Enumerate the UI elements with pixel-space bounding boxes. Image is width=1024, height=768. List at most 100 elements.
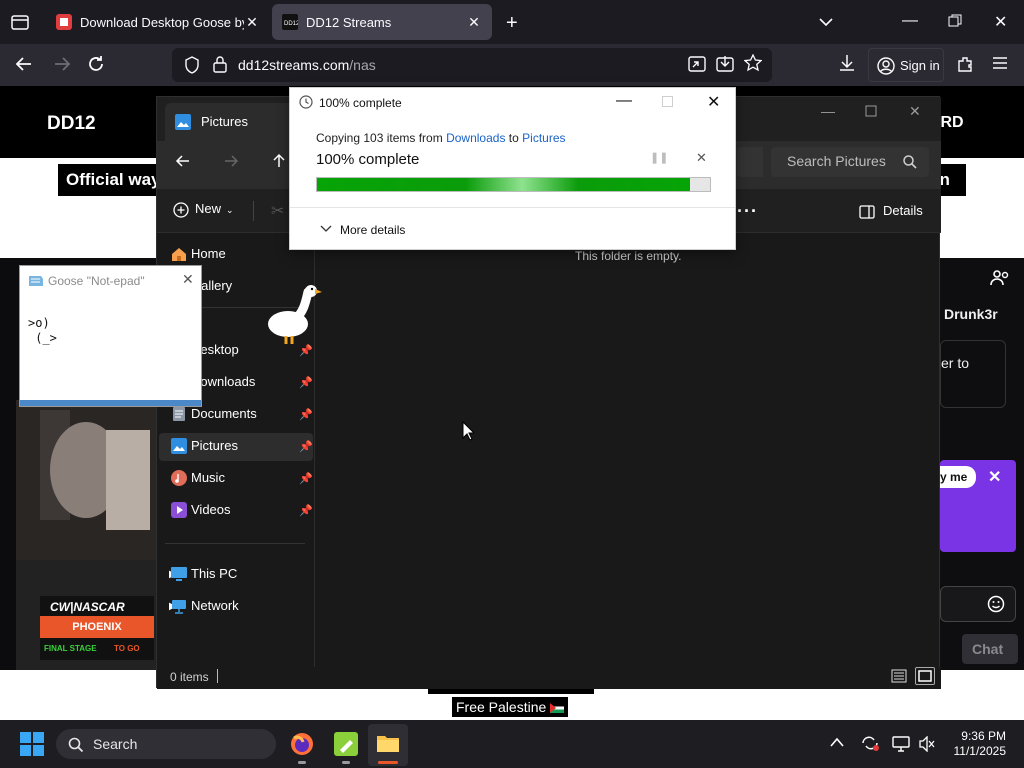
forward-icon[interactable] [52, 54, 72, 74]
list-view-icon[interactable] [891, 668, 907, 684]
nav-label: Music [191, 470, 225, 485]
explorer-maximize-icon[interactable] [865, 105, 877, 117]
copy-to-word: to [508, 131, 519, 145]
explorer-minimize-icon[interactable]: — [821, 103, 835, 119]
file-explorer-taskbar-button[interactable] [368, 724, 408, 766]
close-window-icon[interactable]: ✕ [994, 12, 1007, 32]
mouse-cursor-icon [462, 421, 474, 441]
minimize-icon[interactable]: — [902, 12, 918, 30]
nav-item-documents[interactable]: Documents [173, 406, 257, 421]
explorer-tab-title: Pictures [201, 114, 248, 129]
pin-icon[interactable]: 📌 [299, 408, 313, 421]
explorer-tab[interactable]: Pictures [165, 103, 305, 141]
volume-muted-icon[interactable] [918, 736, 936, 752]
site-logo[interactable]: DD12 [47, 113, 96, 135]
pin-icon[interactable]: 📌 [299, 376, 313, 389]
close-tab-icon[interactable]: ✕ [466, 14, 482, 31]
details-button[interactable]: Details [859, 203, 923, 219]
pin-icon[interactable]: 📌 [299, 504, 313, 517]
firefox-icon[interactable] [290, 732, 314, 756]
nav-item-pictures[interactable]: Pictures [171, 438, 238, 454]
close-tab-icon[interactable]: ✕ [244, 14, 260, 31]
picture-in-picture-icon[interactable] [688, 56, 706, 72]
explorer-up-icon[interactable] [271, 152, 287, 168]
more-details-toggle[interactable]: More details [340, 223, 405, 237]
bookmark-star-icon[interactable] [744, 54, 762, 72]
notepad-text[interactable]: >o) (_> [28, 316, 57, 346]
show-hidden-icons-icon[interactable] [830, 736, 844, 748]
chat-username[interactable]: Drunk3r [944, 306, 998, 322]
emoji-icon[interactable] [987, 595, 1005, 613]
explorer-back-icon[interactable] [175, 153, 191, 169]
chat-input[interactable] [940, 586, 1016, 622]
chevron-down-icon[interactable] [818, 14, 834, 30]
tiles-view-icon[interactable] [915, 667, 935, 685]
nav-item-videos[interactable]: Videos [171, 502, 231, 518]
taskbar-clock[interactable]: 9:36 PM 11/1/2025 [946, 729, 1007, 759]
explorer-search-input[interactable]: Search Pictures [771, 147, 929, 177]
reload-icon[interactable] [86, 54, 106, 74]
cancel-copy-icon[interactable]: ✕ [696, 150, 707, 166]
clock-icon [299, 95, 313, 109]
notepad-close-icon[interactable]: ✕ [182, 271, 194, 288]
documents-icon [171, 406, 187, 422]
explorer-forward-icon[interactable] [223, 153, 239, 169]
more-options-icon[interactable]: ··· [737, 201, 758, 222]
windows-start-icon[interactable] [20, 732, 44, 756]
nascar-track: PHOENIX [40, 616, 154, 638]
dialog-close-icon[interactable]: ✕ [707, 92, 720, 112]
network-status-icon[interactable] [892, 736, 910, 752]
goose-app-icon[interactable] [334, 732, 358, 756]
pause-icon[interactable]: ❚❚ [650, 151, 668, 164]
pin-icon[interactable]: 📌 [299, 472, 313, 485]
explorer-close-icon[interactable]: ✕ [909, 103, 921, 120]
status-divider [217, 669, 218, 683]
address-bar-tail[interactable] [737, 147, 763, 177]
sign-in-button[interactable]: Sign in [868, 48, 944, 82]
destination-folder-link[interactable]: Pictures [522, 131, 565, 145]
new-button[interactable]: New ⌄ [173, 201, 234, 218]
nav-label: Pictures [191, 438, 238, 453]
tab-goose-download[interactable]: Download Desktop Goose by sa ✕ [46, 4, 270, 40]
dialog-minimize-icon[interactable]: — [616, 92, 632, 110]
tab-dd12-streams[interactable]: DD12 DD12 Streams ✕ [272, 4, 492, 40]
extensions-icon[interactable] [956, 55, 974, 73]
app-running-indicator [298, 761, 306, 764]
new-tab-icon[interactable]: + [506, 12, 518, 35]
goose-notepad-window: Goose "Not-epad" ✕ >o) (_> [19, 265, 202, 407]
nav-item-network[interactable]: Network [172, 598, 239, 614]
nascar-logo-text: CW|NASCAR [50, 600, 125, 614]
home-icon [171, 246, 187, 262]
menu-icon[interactable] [992, 56, 1008, 70]
chevron-down-icon[interactable] [320, 222, 332, 234]
plus-circle-icon [173, 201, 189, 218]
app-active-indicator [378, 761, 398, 764]
notepad-icon [28, 273, 44, 287]
downloads-icon[interactable] [838, 54, 856, 72]
nav-item-this-pc[interactable]: This PC [171, 566, 237, 581]
source-folder-link[interactable]: Downloads [446, 131, 505, 145]
shield-icon[interactable] [184, 56, 200, 74]
pin-icon[interactable]: 📌 [299, 440, 313, 453]
nav-item-home[interactable]: Home [172, 246, 226, 261]
cut-icon[interactable]: ✂ [271, 201, 284, 221]
tab-list-icon[interactable] [10, 12, 30, 32]
taskbar-search[interactable]: Search [56, 729, 276, 759]
restore-icon[interactable] [948, 14, 962, 28]
community-icon[interactable] [990, 268, 1010, 288]
url-path: /nas [349, 57, 376, 73]
goose-sprite[interactable] [266, 282, 324, 346]
details-label: Details [883, 203, 923, 218]
chat-notice: er to [940, 340, 1006, 408]
close-promo-icon[interactable]: ✕ [988, 467, 1001, 487]
nav-item-music[interactable]: Music [171, 470, 225, 486]
url-text[interactable]: dd12streams.com/nas [238, 57, 376, 73]
account-icon [877, 57, 895, 75]
save-to-pocket-icon[interactable] [716, 55, 734, 73]
pictures-folder-icon [175, 114, 191, 130]
chat-send-button[interactable]: Chat [962, 634, 1018, 664]
back-icon[interactable] [14, 54, 34, 74]
dialog-maximize-icon [662, 96, 673, 107]
lock-icon[interactable] [212, 55, 228, 73]
sync-icon[interactable] [860, 734, 880, 752]
